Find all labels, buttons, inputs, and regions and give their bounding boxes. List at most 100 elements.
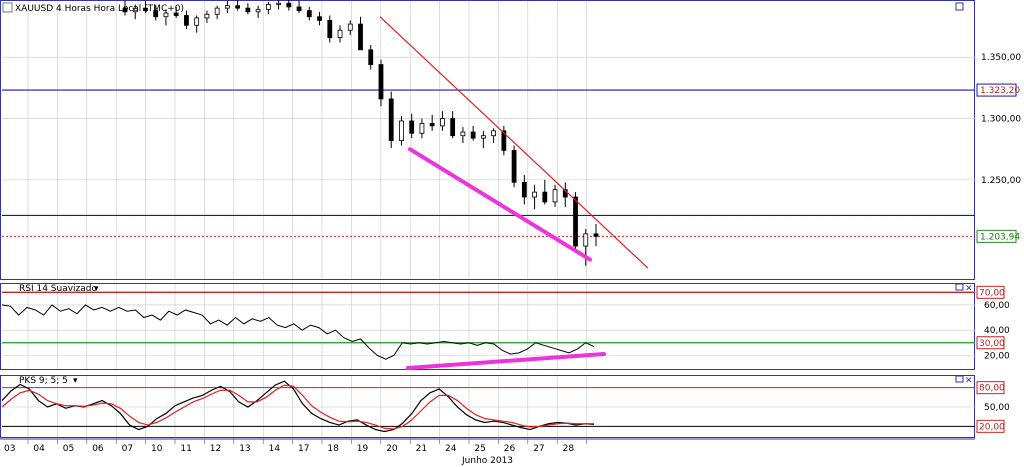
x-tick-label: 05 <box>63 444 74 454</box>
pks-panel-frame <box>0 375 975 438</box>
candle-body <box>224 5 230 9</box>
x-tick-label: 12 <box>210 444 221 454</box>
pks-80-label: 80,00 <box>979 384 1005 394</box>
pks-k-line <box>1 380 595 433</box>
candle-body <box>276 2 281 5</box>
candle-body <box>388 98 394 142</box>
rsi-tick-label: 40,00 <box>984 326 1010 336</box>
rsi-line <box>1 304 595 360</box>
x-tick-label: 19 <box>357 444 369 454</box>
candle-body <box>511 150 517 183</box>
rsi-70-label: 70,00 <box>979 288 1005 298</box>
candle-body <box>409 120 415 134</box>
x-tick-label: 17 <box>298 444 309 454</box>
candle-body <box>347 23 353 31</box>
x-tick-label: 18 <box>327 444 339 454</box>
main-panel-frame <box>0 0 975 280</box>
candle-body <box>337 29 343 38</box>
candle-body <box>265 4 271 10</box>
chart-title: XAUUSD 4 Horas Hora Local (TMC+0) <box>15 4 184 14</box>
rsi-title-group[interactable]: RSI 14 Suavizado ▾ <box>19 284 99 294</box>
price-tick-label: 1.250,00 <box>981 176 1021 186</box>
candle-body <box>368 49 374 65</box>
x-tick-label: 24 <box>445 444 457 454</box>
x-tick-label: 28 <box>563 444 575 454</box>
support-trendline <box>408 147 592 262</box>
rsi-close-icon[interactable]: ✕ <box>965 284 973 294</box>
candle-body <box>429 123 435 127</box>
candle-body <box>255 8 261 13</box>
pks-close-icon[interactable]: ✕ <box>965 376 973 386</box>
candle-body <box>286 2 292 8</box>
x-tick-label: 11 <box>180 444 191 454</box>
rsi-tick-label: 20,00 <box>984 351 1010 361</box>
grid <box>27 1 587 437</box>
candle-body <box>184 15 189 26</box>
x-tick-label: 26 <box>504 444 516 454</box>
candle-body <box>204 13 210 19</box>
candle-body <box>583 233 589 247</box>
level-price-label: 1.323,20 <box>980 86 1020 96</box>
price-tick-label: 1.350,00 <box>981 53 1021 63</box>
rsi-panel-frame <box>0 283 975 370</box>
pks-20-label: 20,00 <box>979 422 1005 432</box>
rsi-tick-label: 60,00 <box>984 301 1010 311</box>
candle-body <box>491 130 497 137</box>
x-tick-label: 14 <box>269 444 281 454</box>
candle-body <box>521 181 527 198</box>
x-tick-label: 07 <box>122 444 133 454</box>
candle-body <box>480 135 486 139</box>
pks-title: PKS 9; 5; 5 <box>19 376 68 386</box>
candle-body <box>440 118 445 127</box>
x-tick-label: 27 <box>533 444 544 454</box>
rsi-dropdown-icon[interactable]: ▾ <box>94 284 99 294</box>
resistance-trendline <box>379 16 649 269</box>
candle-body <box>460 131 466 137</box>
x-tick-label: 04 <box>33 444 45 454</box>
candle-body <box>532 191 537 198</box>
rsi-panel: 60,00 40,00 20,00 70,00 30,00 <box>1 285 1010 370</box>
candle-body <box>378 64 384 100</box>
candle-body <box>306 10 312 18</box>
pks-dropdown-icon[interactable]: ▾ <box>73 376 78 386</box>
month-label: Junho 2013 <box>461 456 513 466</box>
x-axis: 03 04 05 06 07 10 11 12 13 14 17 18 19 20 21 24 25 26 27 28 <box>0 438 975 454</box>
candle-body <box>358 23 363 51</box>
candle-body <box>245 7 251 13</box>
rsi-30-label: 30,00 <box>979 339 1005 349</box>
pks-maximize-icon[interactable] <box>955 375 964 383</box>
x-tick-label: 13 <box>239 444 250 454</box>
candle-body <box>399 120 404 142</box>
x-tick-label: 10 <box>151 444 163 454</box>
rsi-title: RSI 14 Suavizado <box>19 284 98 294</box>
chart-canvas: 1.350,00 1.300,00 1.250,00 1.323,20 1.203,94… <box>0 0 1021 466</box>
pks-panel: 50,00 80,00 20,00 <box>1 380 1010 433</box>
candle-body <box>593 233 599 237</box>
price-tick-label: 1.300,00 <box>981 115 1021 125</box>
candle-body <box>235 5 241 9</box>
candle-body <box>317 16 322 21</box>
chart-menu-icon[interactable] <box>2 2 13 13</box>
candle-body <box>194 17 200 26</box>
last-price-label: 1.203,94 <box>980 232 1020 242</box>
x-tick-label: 06 <box>92 444 104 454</box>
rsi-maximize-icon[interactable] <box>955 283 964 291</box>
candle-body <box>542 191 548 203</box>
pks-tick-label: 50,00 <box>984 403 1010 413</box>
candle-body <box>450 118 456 137</box>
candle-body <box>419 123 425 134</box>
x-tick-label: 25 <box>474 444 485 454</box>
candle-body <box>470 131 476 139</box>
pks-title-group[interactable]: PKS 9; 5; 5 ▾ <box>19 376 78 386</box>
x-tick-label: 21 <box>416 444 427 454</box>
candle-body <box>552 189 558 203</box>
x-tick-label: 20 <box>386 444 398 454</box>
main-maximize-icon[interactable] <box>955 2 964 11</box>
candle-body <box>573 196 578 247</box>
x-tick-label: 03 <box>4 444 15 454</box>
price-panel: 1.350,00 1.300,00 1.250,00 1.323,20 1.203,94 <box>2 0 1021 269</box>
main-title-group[interactable]: XAUUSD 4 Horas Hora Local (TMC+0) <box>2 2 184 14</box>
candle-body <box>327 19 333 38</box>
candle-body <box>214 7 220 15</box>
candle-body <box>296 6 302 11</box>
